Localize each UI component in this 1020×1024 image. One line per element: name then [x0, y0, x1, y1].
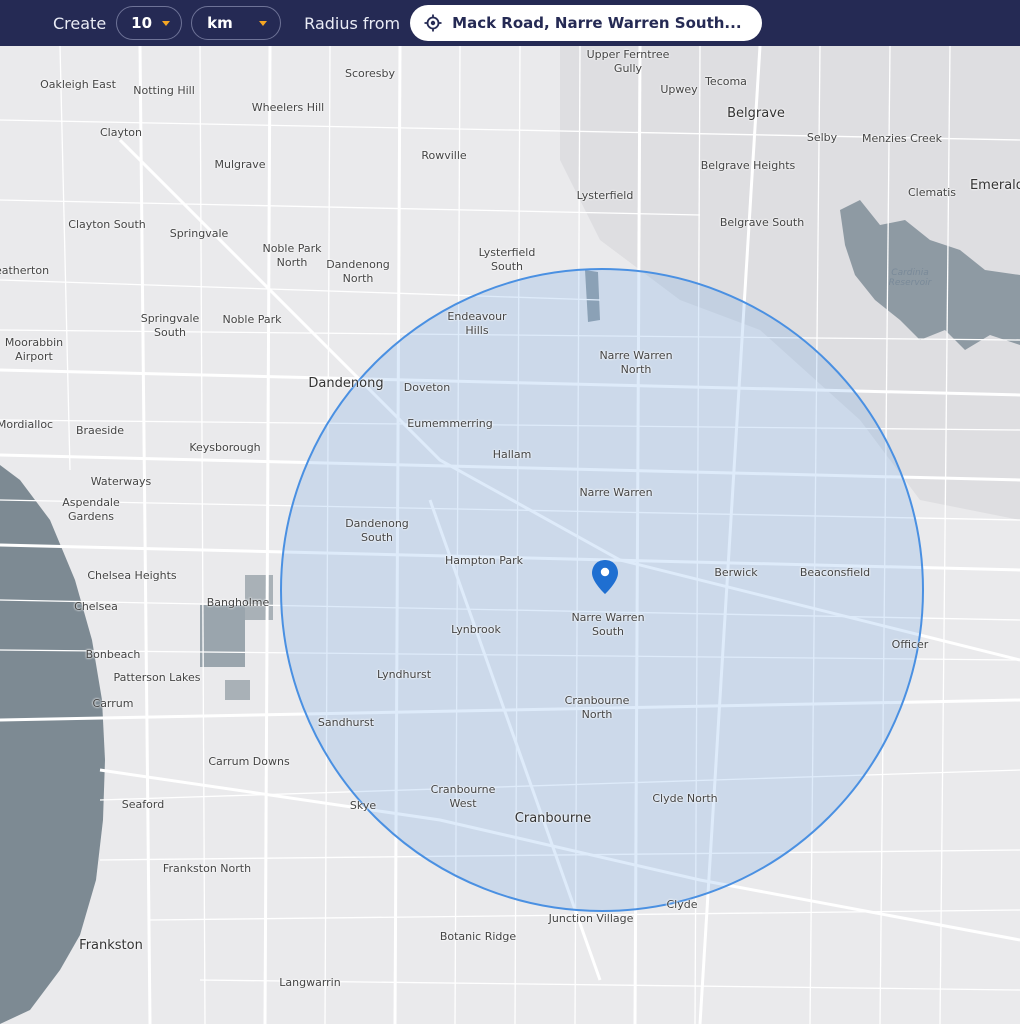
place-label: Tecoma: [705, 75, 747, 88]
place-label: Waterways: [90, 475, 152, 488]
place-label: Narre Warren North: [599, 349, 673, 376]
chevron-down-icon: [162, 20, 171, 26]
place-label: Carrum Downs: [208, 755, 290, 768]
place-label: Wheelers Hill: [251, 101, 325, 114]
place-label: Cardinia Reservoir: [888, 268, 932, 288]
place-label: Clayton: [99, 126, 143, 139]
location-target-icon: [424, 14, 442, 32]
place-label: Lyndhurst: [376, 668, 432, 681]
place-label: Clematis: [907, 186, 957, 199]
place-label: Upper Ferntree Gully: [586, 48, 670, 75]
place-label: Eumemmerring: [407, 417, 493, 430]
place-label: Bangholme: [206, 596, 270, 609]
place-label: Beaconsfield: [799, 566, 871, 579]
place-label: Sandhurst: [317, 716, 375, 729]
place-label: Noble Park: [222, 313, 282, 326]
place-label: Braeside: [75, 424, 125, 437]
place-label: Clyde: [666, 898, 698, 911]
place-label: Lysterfield South: [478, 246, 536, 273]
place-label: Aspendale Gardens: [62, 496, 120, 523]
place-label: Rowville: [421, 149, 467, 162]
toolbar: Create 10 km Radius from Mack Road, Narr…: [0, 0, 1020, 46]
place-label: Cranbourne: [514, 811, 592, 826]
place-label: Mordialloc: [0, 418, 54, 431]
place-label: Clayton South: [68, 218, 146, 231]
place-label: Hampton Park: [445, 554, 523, 567]
place-label: Notting Hill: [133, 84, 195, 97]
place-label: Emerald: [969, 178, 1020, 193]
place-label: Belgrave Heights: [700, 159, 796, 172]
ponds: [225, 680, 250, 700]
address-field[interactable]: Mack Road, Narre Warren South...: [410, 5, 762, 41]
unit-select[interactable]: km: [191, 6, 282, 40]
place-label: Mulgrave: [214, 158, 266, 171]
place-label: Cranbourne West: [430, 783, 496, 810]
create-label: Create: [53, 13, 107, 33]
place-label: Chelsea: [74, 600, 118, 613]
place-label: Chelsea Heights: [87, 569, 177, 582]
place-label: Belgrave: [727, 106, 785, 121]
place-label: Moorabbin Airport: [4, 336, 64, 363]
place-label: Oakleigh East: [40, 78, 116, 91]
place-label: Scoresby: [344, 67, 396, 80]
place-label: Dandenong: [308, 376, 384, 391]
place-label: Narre Warren: [579, 486, 653, 499]
radius-from-label: Radius from: [304, 13, 401, 33]
place-label: Keysborough: [189, 441, 261, 454]
place-label: Lysterfield: [576, 189, 634, 202]
place-label: Hallam: [492, 448, 532, 461]
place-label: Berwick: [714, 566, 758, 579]
place-label: Upwey: [660, 83, 698, 96]
place-label: Carrum: [92, 697, 134, 710]
radius-value: 10: [131, 14, 153, 32]
place-label: Patterson Lakes: [113, 671, 201, 684]
chevron-down-icon: [258, 20, 267, 26]
place-label: Endeavour Hills: [447, 310, 507, 337]
place-label: Officer: [891, 638, 929, 651]
map-base: [0, 46, 1020, 1024]
place-label: Dandenong North: [326, 258, 390, 285]
place-label: Noble Park North: [262, 242, 322, 269]
place-label: Narre Warren South: [571, 611, 645, 638]
place-label: Dandenong South: [345, 517, 409, 544]
place-label: Doveton: [403, 381, 451, 394]
place-label: Selby: [806, 131, 838, 144]
unit-value: km: [207, 14, 233, 32]
place-label: Menzies Creek: [862, 132, 942, 145]
place-label: Cranbourne North: [564, 694, 630, 721]
place-label: Langwarrin: [279, 976, 341, 989]
place-label: Seaford: [121, 798, 165, 811]
place-label: Clyde North: [652, 792, 718, 805]
radius-select[interactable]: 10: [116, 6, 183, 40]
map-canvas[interactable]: Upper Ferntree Gully Oakleigh East Notting…: [0, 46, 1020, 1024]
place-label: Botanic Ridge: [439, 930, 517, 943]
place-label: Springvale South: [140, 312, 200, 339]
place-label: eatherton: [0, 264, 50, 277]
place-label: Lynbrook: [451, 623, 501, 636]
place-label: Junction Village: [548, 912, 634, 925]
place-label: Frankston North: [162, 862, 252, 875]
place-label: Skye: [349, 799, 377, 812]
place-label: Springvale: [169, 227, 229, 240]
place-label: Belgrave South: [719, 216, 805, 229]
treatment-ponds: [200, 605, 245, 667]
address-value: Mack Road, Narre Warren South...: [452, 14, 742, 32]
place-label: Frankston: [79, 938, 143, 953]
place-label: Bonbeach: [85, 648, 141, 661]
